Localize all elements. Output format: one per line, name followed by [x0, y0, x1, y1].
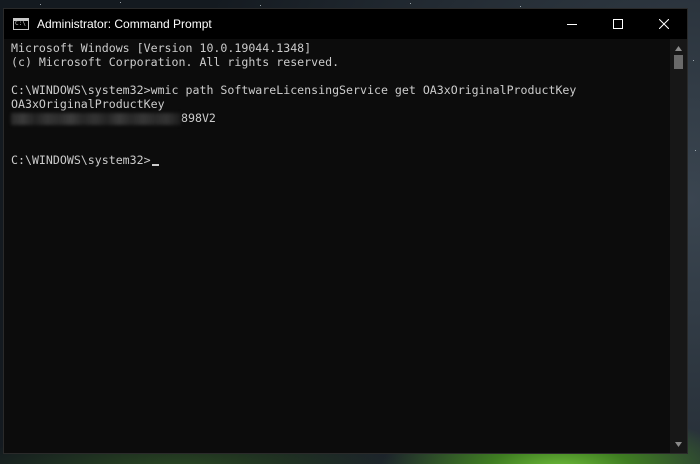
console-line-prompt[interactable]: C:\WINDOWS\system32>	[11, 153, 159, 167]
close-button[interactable]	[641, 9, 687, 39]
command-prompt-icon[interactable]: C:\	[13, 18, 29, 30]
vertical-scrollbar[interactable]	[670, 39, 687, 453]
console-line-copyright: (c) Microsoft Corporation. All rights re…	[11, 55, 340, 69]
close-icon	[659, 19, 669, 29]
console-line-product-key: 898V2	[11, 111, 216, 125]
maximize-button[interactable]	[595, 9, 641, 39]
text-cursor	[151, 164, 159, 166]
title-bar[interactable]: C:\ Administrator: Command Prompt	[4, 9, 687, 39]
maximize-icon	[613, 19, 623, 29]
star	[693, 60, 694, 61]
console-line-version: Microsoft Windows [Version 10.0.19044.13…	[11, 41, 312, 55]
star	[40, 4, 41, 5]
console-line-output-header: OA3xOriginalProductKey	[11, 97, 165, 111]
star	[410, 3, 411, 4]
caption-buttons	[549, 9, 687, 39]
scroll-up-button[interactable]	[670, 43, 687, 53]
app-icon-label: C:\	[15, 20, 26, 27]
star	[695, 150, 696, 151]
star	[520, 6, 521, 7]
console-output[interactable]: Microsoft Windows [Version 10.0.19044.13…	[4, 39, 671, 453]
scroll-down-button[interactable]	[670, 439, 687, 449]
scroll-up-arrow-icon	[675, 45, 682, 51]
minimize-icon	[567, 24, 577, 25]
product-key-suffix: 898V2	[181, 111, 216, 125]
redacted-key-blur	[11, 112, 181, 125]
console-line-command: C:\WINDOWS\system32>wmic path SoftwareLi…	[11, 83, 577, 97]
scroll-thumb[interactable]	[674, 55, 683, 69]
window-title: Administrator: Command Prompt	[37, 17, 212, 31]
prompt-text: C:\WINDOWS\system32>	[11, 153, 151, 167]
star	[120, 2, 121, 3]
command-prompt-window[interactable]: C:\ Administrator: Command Prompt Micros…	[3, 8, 688, 454]
minimize-button[interactable]	[549, 9, 595, 39]
scroll-down-arrow-icon	[675, 441, 682, 447]
star	[260, 5, 261, 6]
